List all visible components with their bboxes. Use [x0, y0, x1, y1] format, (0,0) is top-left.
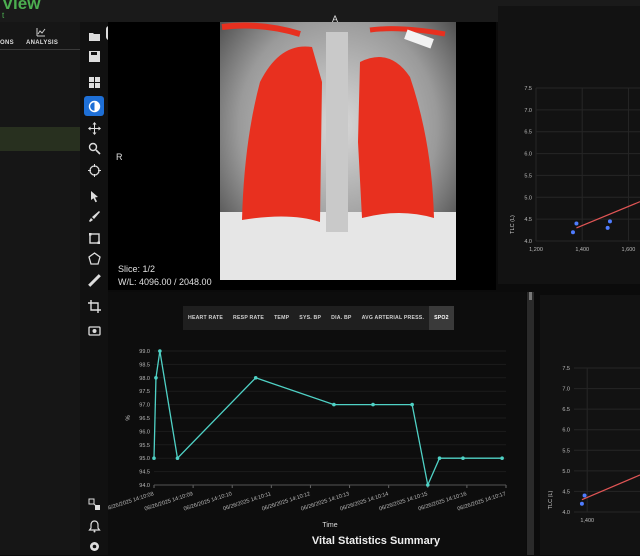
- rectangle-icon[interactable]: [84, 228, 104, 248]
- y-tick-label: 97.5: [139, 389, 150, 395]
- y-tick-label: 99.0: [139, 349, 150, 355]
- app-subtitle: t: [2, 11, 5, 20]
- spo2-data-point: [410, 402, 414, 407]
- left-panel: [0, 22, 81, 555]
- x-tick-label: 1,200: [529, 247, 543, 253]
- spo2-data-point: [253, 376, 258, 380]
- chest-xray-image[interactable]: [220, 22, 456, 280]
- vitals-chart-title: Vital Statistics Summary: [311, 535, 441, 547]
- spo2-data-point: [425, 483, 430, 487]
- spo2-data-point: [152, 456, 156, 460]
- y-axis-label: TLC (L): [510, 215, 516, 234]
- y-tick-label: 6.0: [562, 428, 570, 434]
- y-tick-label: 5.5: [562, 448, 570, 454]
- move-icon[interactable]: [84, 118, 104, 138]
- y-tick-label: 5.5: [524, 173, 532, 179]
- tab-heart-rate[interactable]: HEART RATE: [183, 306, 228, 330]
- y-tick-label: 94.0: [139, 483, 150, 489]
- crop-icon[interactable]: [84, 296, 104, 316]
- spo2-data-point: [500, 456, 504, 460]
- zoom-icon[interactable]: [84, 138, 104, 158]
- scatter-chart-2: 7.5 7.0 6.5 6.0 5.5 5.0 4.5 4.0 1,400 TLC (L): [548, 366, 640, 524]
- spo2-data-point: [154, 376, 158, 380]
- x-tick-label: 1,400: [575, 247, 589, 253]
- scatter-point: [579, 501, 584, 506]
- tab-avg-arterial-press[interactable]: AVG ARTERIAL PRESS.: [357, 306, 430, 330]
- spo2-data-point: [332, 402, 336, 407]
- spo2-data-point: [371, 402, 375, 407]
- tab-analysis[interactable]: ANALYSIS: [26, 40, 58, 46]
- spo2-data-point: [175, 456, 180, 460]
- y-axis-label: TLC (L): [548, 491, 554, 510]
- spo2-data-point: [437, 456, 442, 460]
- pointer-icon[interactable]: [84, 186, 104, 206]
- panel-divider-handle[interactable]: [529, 292, 532, 300]
- y-tick-label: 5.0: [562, 469, 570, 475]
- tab-dia-bp[interactable]: DIA. BP: [326, 306, 356, 330]
- y-tick-label: 4.5: [562, 489, 570, 495]
- analysis-icon: [36, 28, 46, 37]
- save-icon[interactable]: [84, 46, 104, 66]
- bell-icon[interactable]: [84, 516, 104, 536]
- spo2-data-point: [158, 349, 162, 353]
- x-axis-label: Time: [322, 522, 337, 529]
- tab-temp[interactable]: TEMP: [269, 306, 294, 330]
- vitals-tabs: HEART RATE RESP RATE TEMP SYS. BP DIA. B…: [183, 306, 454, 330]
- export-icon[interactable]: [84, 494, 104, 514]
- scatter-chart-1: 7.5 7.0 6.5 6.0 5.5 5.0 4.5 4.0 1,200 1,400 1,600 T…: [510, 86, 640, 253]
- y-tick-label: 6.5: [562, 407, 570, 413]
- y-tick-label: 7.0: [562, 387, 570, 393]
- target-icon[interactable]: [84, 160, 104, 180]
- selected-list-item[interactable]: [0, 127, 80, 151]
- x-tick-label: 1,600: [622, 247, 636, 253]
- y-tick-label: 98.0: [139, 376, 150, 382]
- app-title: View: [2, 0, 41, 13]
- y-tick-label: 97.0: [139, 403, 150, 409]
- y-tick-label: 6.0: [524, 152, 532, 158]
- tab-spo2[interactable]: SPO2: [429, 306, 454, 330]
- contrast-icon[interactable]: [84, 96, 104, 116]
- y-tick-label: 4.0: [524, 239, 532, 245]
- tab-divider: [0, 49, 80, 50]
- scatter-point: [605, 225, 610, 230]
- y-tick-label: 96.0: [139, 429, 150, 435]
- y-tick-label: 7.5: [524, 86, 532, 92]
- ruler-icon[interactable]: [84, 270, 104, 290]
- window-level-info: W/L: 4096.00 / 2048.00: [118, 277, 212, 287]
- y-tick-label: 4.0: [562, 510, 570, 516]
- y-tick-label: 7.5: [562, 366, 570, 372]
- scatter-point: [607, 219, 612, 224]
- camera-icon[interactable]: [84, 320, 104, 340]
- scatter-point: [570, 230, 575, 235]
- y-tick-label: 96.5: [139, 416, 150, 422]
- gear-icon[interactable]: [84, 536, 104, 556]
- y-tick-label: 94.5: [139, 470, 150, 476]
- x-tick-label: 1,400: [580, 518, 594, 524]
- tab-resp-rate[interactable]: RESP RATE: [228, 306, 269, 330]
- y-tick-label: 95.5: [139, 443, 150, 449]
- folder-icon[interactable]: [84, 26, 104, 46]
- regression-line: [581, 474, 640, 501]
- y-axis-label: %: [126, 415, 132, 421]
- slice-info: Slice: 1/2: [118, 264, 156, 274]
- tab-ons[interactable]: ONS: [0, 40, 14, 46]
- spo2-line-chart: 99.0 98.5 98.0 97.5 97.0 96.5 96.0 95.5 95.0 94.5…: [108, 349, 507, 529]
- brush-icon[interactable]: [84, 206, 104, 226]
- scatter-point: [574, 221, 579, 226]
- y-tick-label: 98.5: [139, 362, 150, 368]
- scatter-point: [582, 493, 587, 498]
- orientation-left-label: R: [116, 152, 123, 162]
- y-tick-label: 7.0: [524, 108, 532, 114]
- polygon-icon[interactable]: [84, 248, 104, 268]
- y-tick-label: 95.0: [139, 456, 150, 462]
- spo2-data-point: [461, 456, 465, 460]
- y-tick-label: 4.5: [524, 217, 532, 223]
- y-tick-label: 5.0: [524, 195, 532, 201]
- regression-line: [576, 201, 640, 229]
- y-tick-label: 6.5: [524, 130, 532, 136]
- layout-icon[interactable]: [84, 72, 104, 92]
- panel-divider[interactable]: [527, 292, 534, 555]
- orientation-top-label: A: [332, 14, 339, 24]
- tab-sys-bp[interactable]: SYS. BP: [294, 306, 326, 330]
